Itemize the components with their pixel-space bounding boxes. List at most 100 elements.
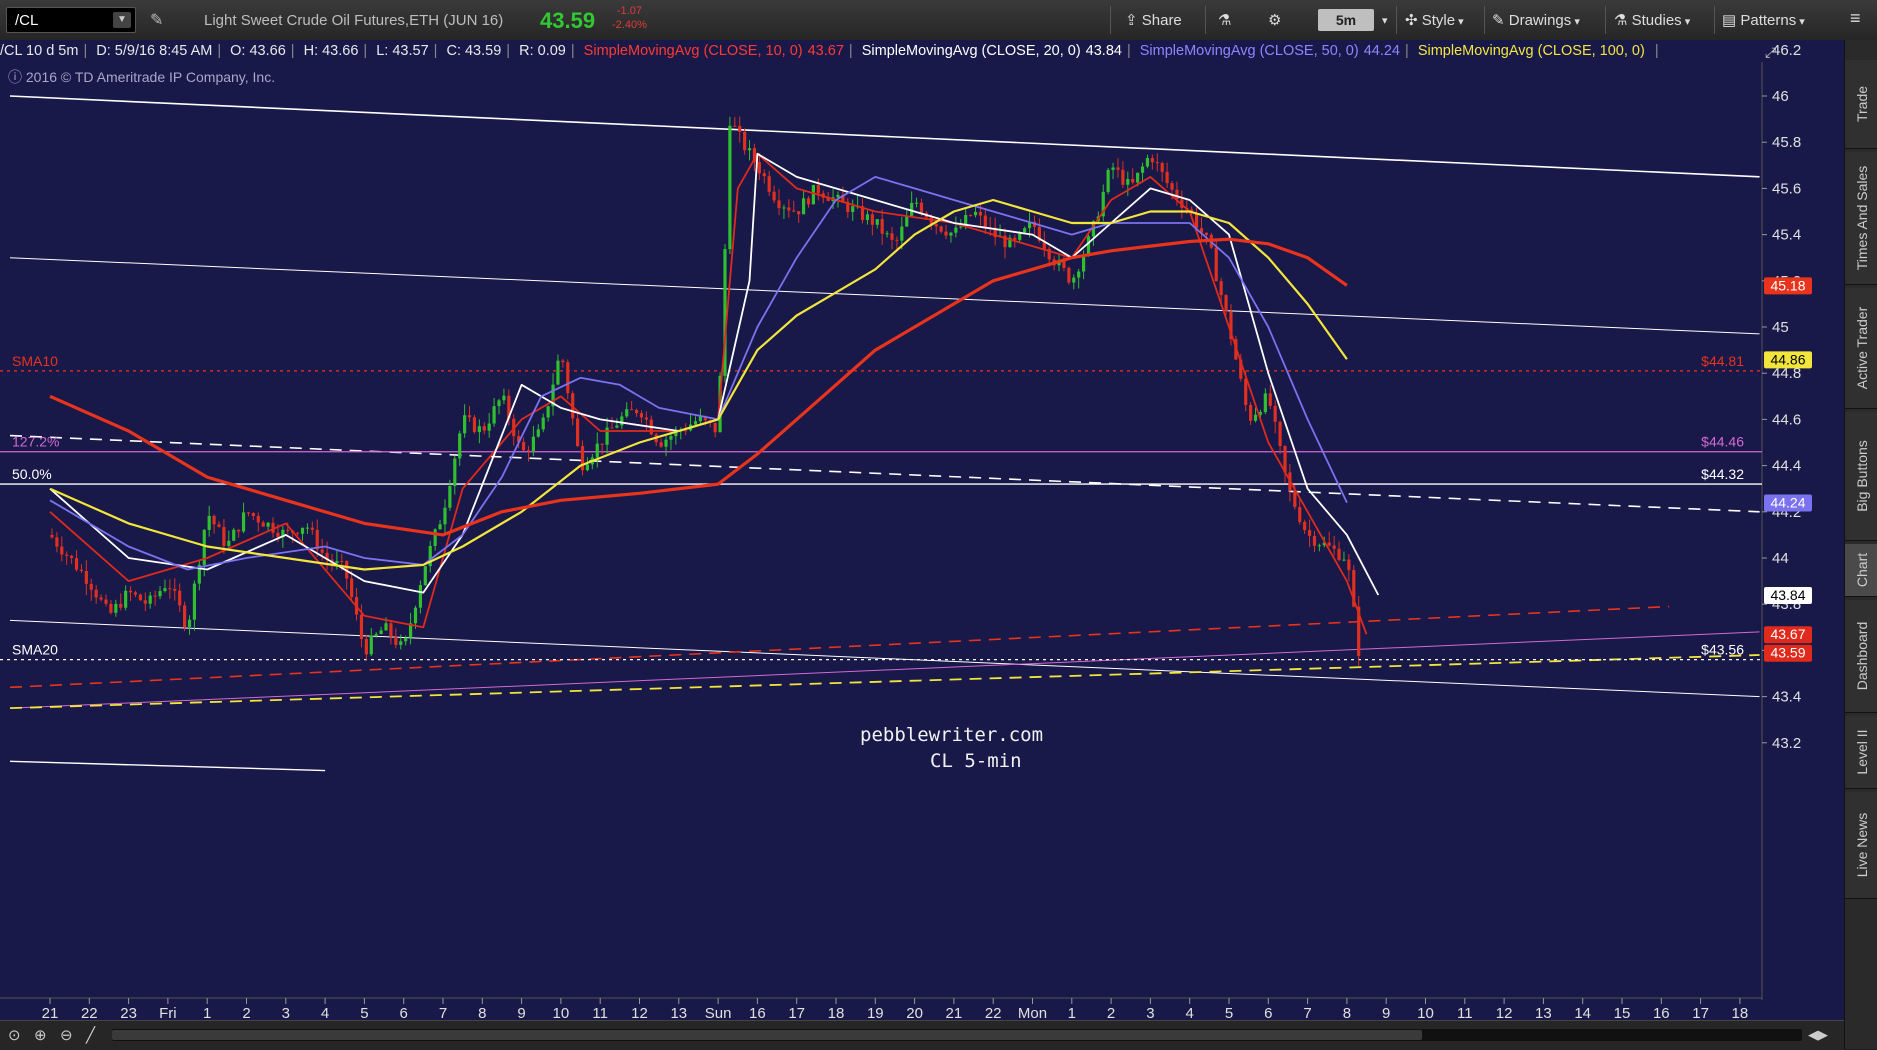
- patterns-menu[interactable]: ▤ Patterns ▾: [1722, 11, 1805, 29]
- candle-body: [531, 436, 535, 451]
- candle-body: [747, 148, 752, 151]
- candle-body: [128, 590, 133, 593]
- chart-area[interactable]: 46.24645.845.645.445.24544.844.644.444.2…: [0, 40, 1844, 1049]
- candle-body: [954, 227, 958, 233]
- sidebar-tab-live-news[interactable]: Live News: [1845, 792, 1877, 899]
- timeframe-selector[interactable]: 5m: [1318, 9, 1374, 31]
- y-tick-label: 45.4: [1772, 227, 1801, 244]
- candle-body: [79, 569, 84, 572]
- candle-body: [625, 409, 629, 417]
- horizontal-line-label: 50.0%: [12, 466, 52, 482]
- sidebar-tab-big-buttons[interactable]: Big Buttons: [1845, 412, 1877, 541]
- sidebar-tab-trade[interactable]: Trade: [1845, 60, 1877, 149]
- series-line-50: [49, 176, 1348, 571]
- price-chart[interactable]: 46.24645.845.645.445.24544.844.644.444.2…: [0, 40, 1844, 1049]
- top-toolbar: /CL ▼ ✎ Light Sweet Crude Oil Futures,ET…: [0, 0, 1877, 41]
- candle-body: [467, 415, 472, 418]
- candle-body: [782, 207, 786, 209]
- candle-body: [767, 176, 771, 192]
- candle-body: [644, 417, 648, 420]
- sidebar-tab-label: Trade: [1853, 85, 1870, 123]
- sidebar-tab-chart[interactable]: Chart: [1845, 544, 1877, 597]
- sidebar-tab-level-ii[interactable]: Level II: [1845, 716, 1877, 789]
- sma50-label: SimpleMovingAvg (CLOSE, 50, 0): [1139, 43, 1359, 59]
- candle-body: [84, 571, 88, 584]
- candle-body: [217, 524, 221, 528]
- candle-body: [1086, 236, 1091, 256]
- scrollbar-thumb[interactable]: [112, 1030, 1422, 1040]
- candle-body: [1140, 166, 1145, 173]
- price-badge-text: 43.59: [1770, 645, 1805, 661]
- candle-body: [693, 421, 698, 425]
- candle-body: [713, 422, 717, 433]
- y-tick-label: 45.8: [1772, 134, 1801, 151]
- candle-body: [546, 406, 550, 418]
- horizontal-scrollbar[interactable]: [112, 1029, 1802, 1041]
- y-tick-label: 44: [1772, 550, 1789, 567]
- candle-body: [487, 423, 491, 431]
- candle-body: [762, 173, 766, 177]
- expand-chart-icon[interactable]: ⤢: [1765, 44, 1776, 61]
- flask-icon[interactable]: ⚗: [1218, 11, 1231, 29]
- drawings-menu[interactable]: ✎ Drawings ▾: [1492, 11, 1580, 29]
- symbol-input[interactable]: /CL ▼: [6, 7, 136, 33]
- candle-body: [359, 614, 364, 640]
- candle-body: [163, 588, 167, 592]
- horizontal-line-price: $43.56: [1701, 642, 1744, 658]
- candle-body: [541, 417, 545, 430]
- candle-body: [875, 219, 879, 225]
- y-tick-label: 45.6: [1772, 180, 1801, 197]
- sidebar-tab-label: Level II: [1853, 729, 1870, 775]
- sma10-label: SimpleMovingAvg (CLOSE, 10, 0): [583, 43, 803, 59]
- sidebar-tab-dashboard[interactable]: Dashboard: [1845, 600, 1877, 713]
- sidebar-tab-times-and-sales[interactable]: Times And Sales: [1845, 152, 1877, 285]
- candle-body: [978, 211, 983, 216]
- info-symbol: /CL 10 d 5m: [0, 43, 79, 59]
- candle-body: [743, 131, 747, 151]
- share-button[interactable]: ⇪ Share: [1125, 11, 1182, 29]
- horizontal-line-price: $44.81: [1701, 353, 1744, 369]
- link-icon[interactable]: ✎: [150, 10, 163, 30]
- pan-icon[interactable]: ⊙: [8, 1026, 21, 1044]
- candle-body: [237, 529, 241, 532]
- sidebar-tab-active-trader[interactable]: Active Trader: [1845, 288, 1877, 409]
- symbol-dropdown-icon[interactable]: ▼: [113, 12, 131, 28]
- candle-body: [934, 224, 938, 227]
- candle-body: [669, 436, 673, 440]
- candle-body: [60, 546, 64, 555]
- candle-body: [851, 206, 855, 213]
- gear-icon[interactable]: ⚙: [1268, 11, 1281, 29]
- style-label: Style: [1421, 12, 1456, 29]
- candle-body: [885, 233, 889, 235]
- y-tick-label: 43.4: [1772, 689, 1801, 706]
- price-badge-text: 44.24: [1770, 495, 1805, 511]
- studies-menu[interactable]: ⚗ Studies ▾: [1614, 11, 1690, 29]
- candle-body: [1077, 271, 1081, 278]
- candle-body: [443, 507, 447, 525]
- candle-body: [1150, 157, 1154, 163]
- studies-dropdown-icon: ▾: [1681, 16, 1691, 28]
- draw-line-icon[interactable]: ╱: [86, 1026, 95, 1044]
- scroll-left-icon[interactable]: ◀▶: [1808, 1027, 1828, 1043]
- watermark-line1: pebblewriter.com: [860, 724, 1044, 746]
- sma10-value: 43.67: [807, 43, 844, 59]
- timeframe-dropdown-icon[interactable]: ▾: [1382, 14, 1388, 27]
- candle-body: [811, 184, 816, 205]
- copyright-text: 2016 © TD Ameritrade IP Company, Inc.: [25, 69, 276, 85]
- share-label: Share: [1141, 12, 1182, 29]
- candle-body: [492, 406, 496, 424]
- candle-body: [94, 589, 98, 598]
- candle-body: [389, 623, 393, 637]
- sma20-value: 43.84: [1085, 43, 1122, 59]
- candle-body: [477, 426, 481, 433]
- zoom-out-icon[interactable]: ⊖: [60, 1026, 73, 1044]
- style-menu[interactable]: ✣ Style ▾: [1405, 11, 1464, 29]
- candle-body: [536, 429, 540, 437]
- candle-body: [138, 594, 142, 601]
- menu-icon[interactable]: ≡: [1850, 8, 1861, 29]
- series-line-10: [49, 152, 1368, 635]
- candle-body: [261, 522, 265, 527]
- candle-body: [335, 560, 339, 564]
- sma20-label: SimpleMovingAvg (CLOSE, 20, 0): [861, 43, 1081, 59]
- zoom-in-icon[interactable]: ⊕: [34, 1026, 47, 1044]
